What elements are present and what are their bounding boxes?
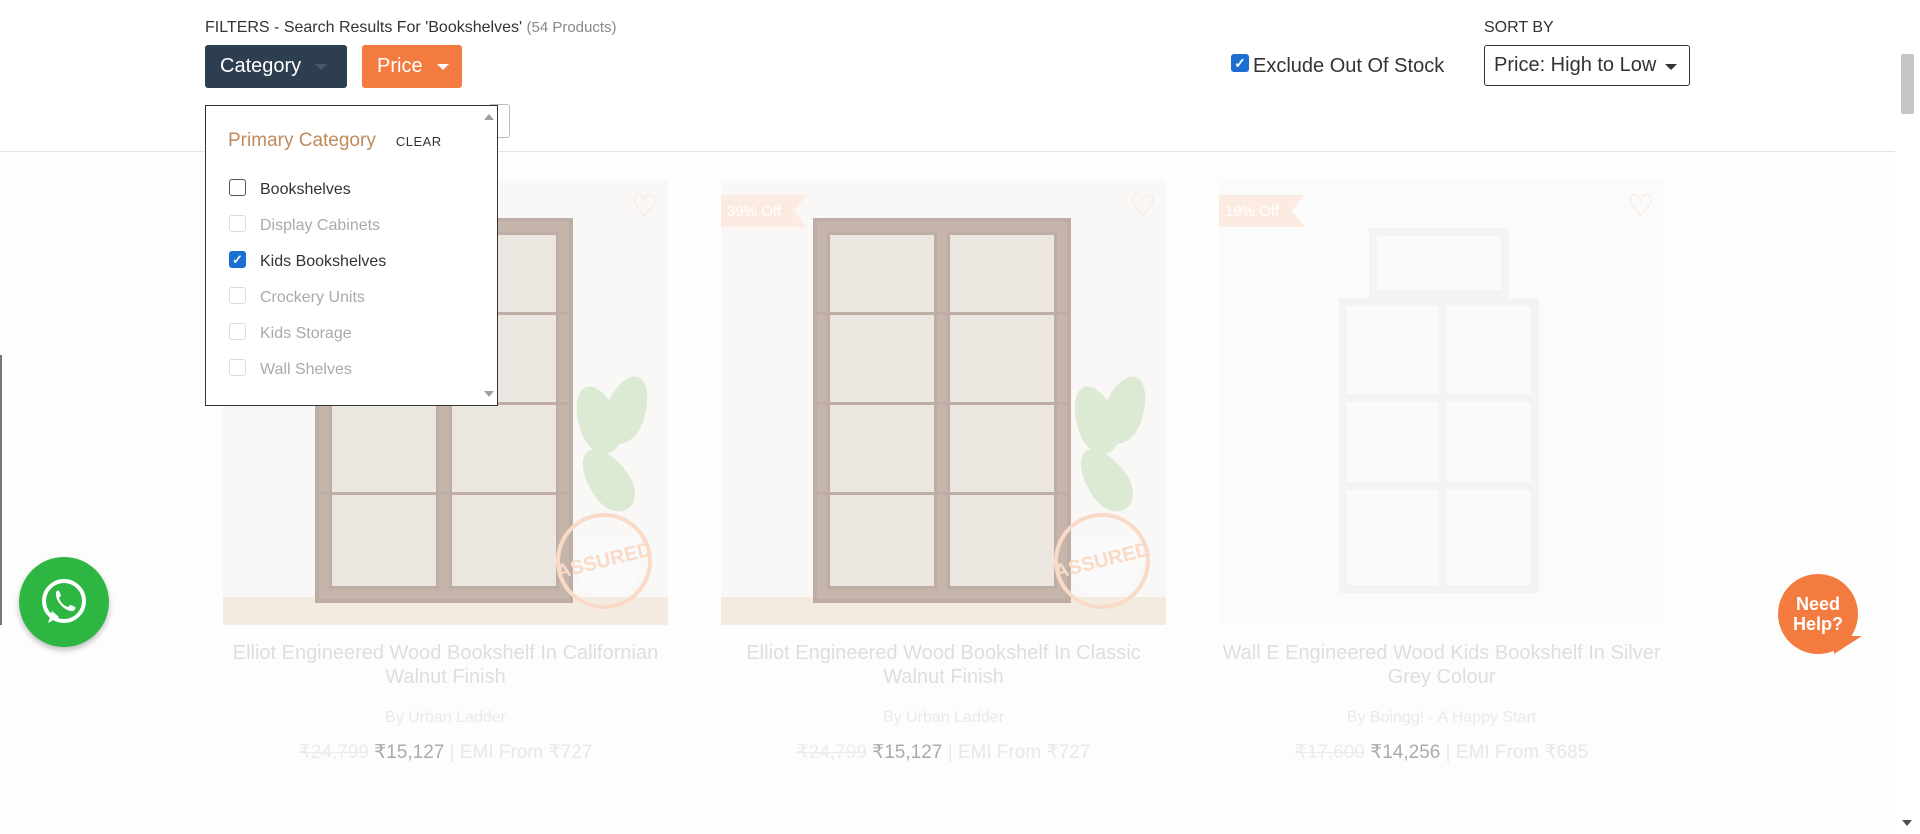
emi-text: | EMI From ₹727 (947, 742, 1091, 763)
category-option-crockery-units: Crockery Units (229, 280, 386, 316)
dropdown-title: Primary Category (228, 130, 376, 151)
current-price: ₹15,127 (872, 742, 943, 763)
product-price: ₹24,799 ₹15,127 | EMI From ₹727 (721, 741, 1166, 764)
checkbox[interactable] (229, 178, 246, 196)
product-image[interactable]: 19% Off (1219, 180, 1664, 625)
product-title[interactable]: Elliot Engineered Wood Bookshelf In Cali… (223, 641, 668, 689)
option-label: Crockery Units (260, 289, 365, 306)
dropdown-header: Primary Category CLEAR (228, 130, 442, 152)
category-option-bookshelves[interactable]: Bookshelves (229, 172, 386, 208)
chevron-down-icon (315, 63, 328, 70)
whatsapp-button[interactable] (19, 557, 109, 647)
page: ASSURED ♡ Elliot Engineered Wood Bookshe… (0, 0, 1920, 834)
left-edge-line (0, 355, 2, 625)
dropdown-scrollbar[interactable] (480, 106, 497, 405)
product-title[interactable]: Wall E Engineered Wood Kids Bookshelf In… (1219, 641, 1664, 689)
exclude-out-of-stock-label: Exclude Out Of Stock (1253, 55, 1445, 77)
product-brand: By Urban Ladder (385, 709, 506, 726)
product-image[interactable]: ASSURED 39% Off (721, 180, 1166, 625)
product-brand: By Boingg! - A Happy Start (1346, 709, 1537, 726)
page-scrollbar[interactable] (1895, 0, 1920, 834)
option-label: Display Cabinets (260, 217, 381, 234)
product-price: ₹17,600 ₹14,256 | EMI From ₹685 (1219, 741, 1664, 764)
filter-title-text: FILTERS - Search Results For 'Bookshelve… (205, 19, 523, 36)
chevron-down-icon (1665, 64, 1677, 70)
category-option-kids-bookshelves[interactable]: ✓ Kids Bookshelves (229, 244, 386, 280)
product-brand: By Urban Ladder (883, 709, 1004, 726)
checkbox (229, 286, 246, 304)
emi-text: | EMI From ₹685 (1445, 742, 1589, 763)
wishlist-heart-icon[interactable]: ♡ (631, 192, 658, 222)
option-label: Kids Bookshelves (260, 253, 387, 270)
exclude-out-of-stock-toggle[interactable]: ✓ Exclude Out Of Stock (1231, 53, 1445, 78)
current-price: ₹14,256 (1370, 742, 1441, 763)
checkbox[interactable]: ✓ (229, 250, 246, 268)
product-title[interactable]: Elliot Engineered Wood Bookshelf In Clas… (721, 641, 1166, 689)
need-help-button[interactable]: Need Help? (1778, 574, 1858, 654)
category-option-kids-storage: Kids Storage (229, 316, 386, 352)
clear-button[interactable]: CLEAR (396, 134, 442, 149)
category-option-wall-shelves: Wall Shelves (229, 352, 386, 388)
old-price: ₹17,600 (1294, 742, 1365, 763)
price-filter-label: Price (377, 55, 423, 77)
current-price: ₹15,127 (374, 742, 445, 763)
product-price: ₹24,799 ₹15,127 | EMI From ₹727 (223, 741, 668, 764)
option-label: Wall Shelves (260, 361, 352, 378)
checkbox (229, 322, 246, 340)
whatsapp-icon (42, 579, 86, 623)
dropdown-pointer (240, 88, 262, 99)
sort-select[interactable]: Price: High to Low (1484, 45, 1690, 86)
category-filter-label: Category (220, 55, 302, 77)
old-price: ₹24,799 (796, 742, 867, 763)
scroll-up-arrow-icon[interactable] (484, 114, 494, 120)
exclude-out-of-stock-checkbox[interactable]: ✓ (1231, 53, 1249, 72)
filter-heading: FILTERS - Search Results For 'Bookshelve… (205, 19, 617, 37)
emi-text: | EMI From ₹727 (449, 742, 593, 763)
wishlist-heart-icon[interactable]: ♡ (1129, 192, 1156, 222)
category-option-display-cabinets: Display Cabinets (229, 208, 386, 244)
old-price: ₹24,799 (298, 742, 369, 763)
help-label-line2: Help? (1792, 614, 1843, 634)
sort-label: SORT BY (1484, 19, 1554, 36)
scrollbar-thumb[interactable] (1901, 54, 1914, 114)
category-option-list: Bookshelves Display Cabinets ✓ Kids Book… (229, 172, 386, 388)
wishlist-heart-icon[interactable]: ♡ (1627, 192, 1654, 222)
sort-selected-value: Price: High to Low (1494, 54, 1657, 76)
product-count: (54 Products) (526, 19, 617, 36)
checkbox (229, 214, 246, 232)
option-label: Kids Storage (260, 325, 352, 342)
checkbox (229, 358, 246, 376)
chevron-down-icon (436, 63, 449, 70)
scroll-down-arrow-icon[interactable] (1902, 820, 1912, 826)
category-filter-button[interactable]: Category (205, 45, 347, 88)
option-label: Bookshelves (260, 181, 351, 198)
scroll-down-arrow-icon[interactable] (484, 391, 494, 397)
category-dropdown: Primary Category CLEAR Bookshelves Displ… (205, 105, 498, 406)
help-label-line1: Need (1795, 594, 1840, 614)
price-filter-button[interactable]: Price (362, 45, 462, 88)
